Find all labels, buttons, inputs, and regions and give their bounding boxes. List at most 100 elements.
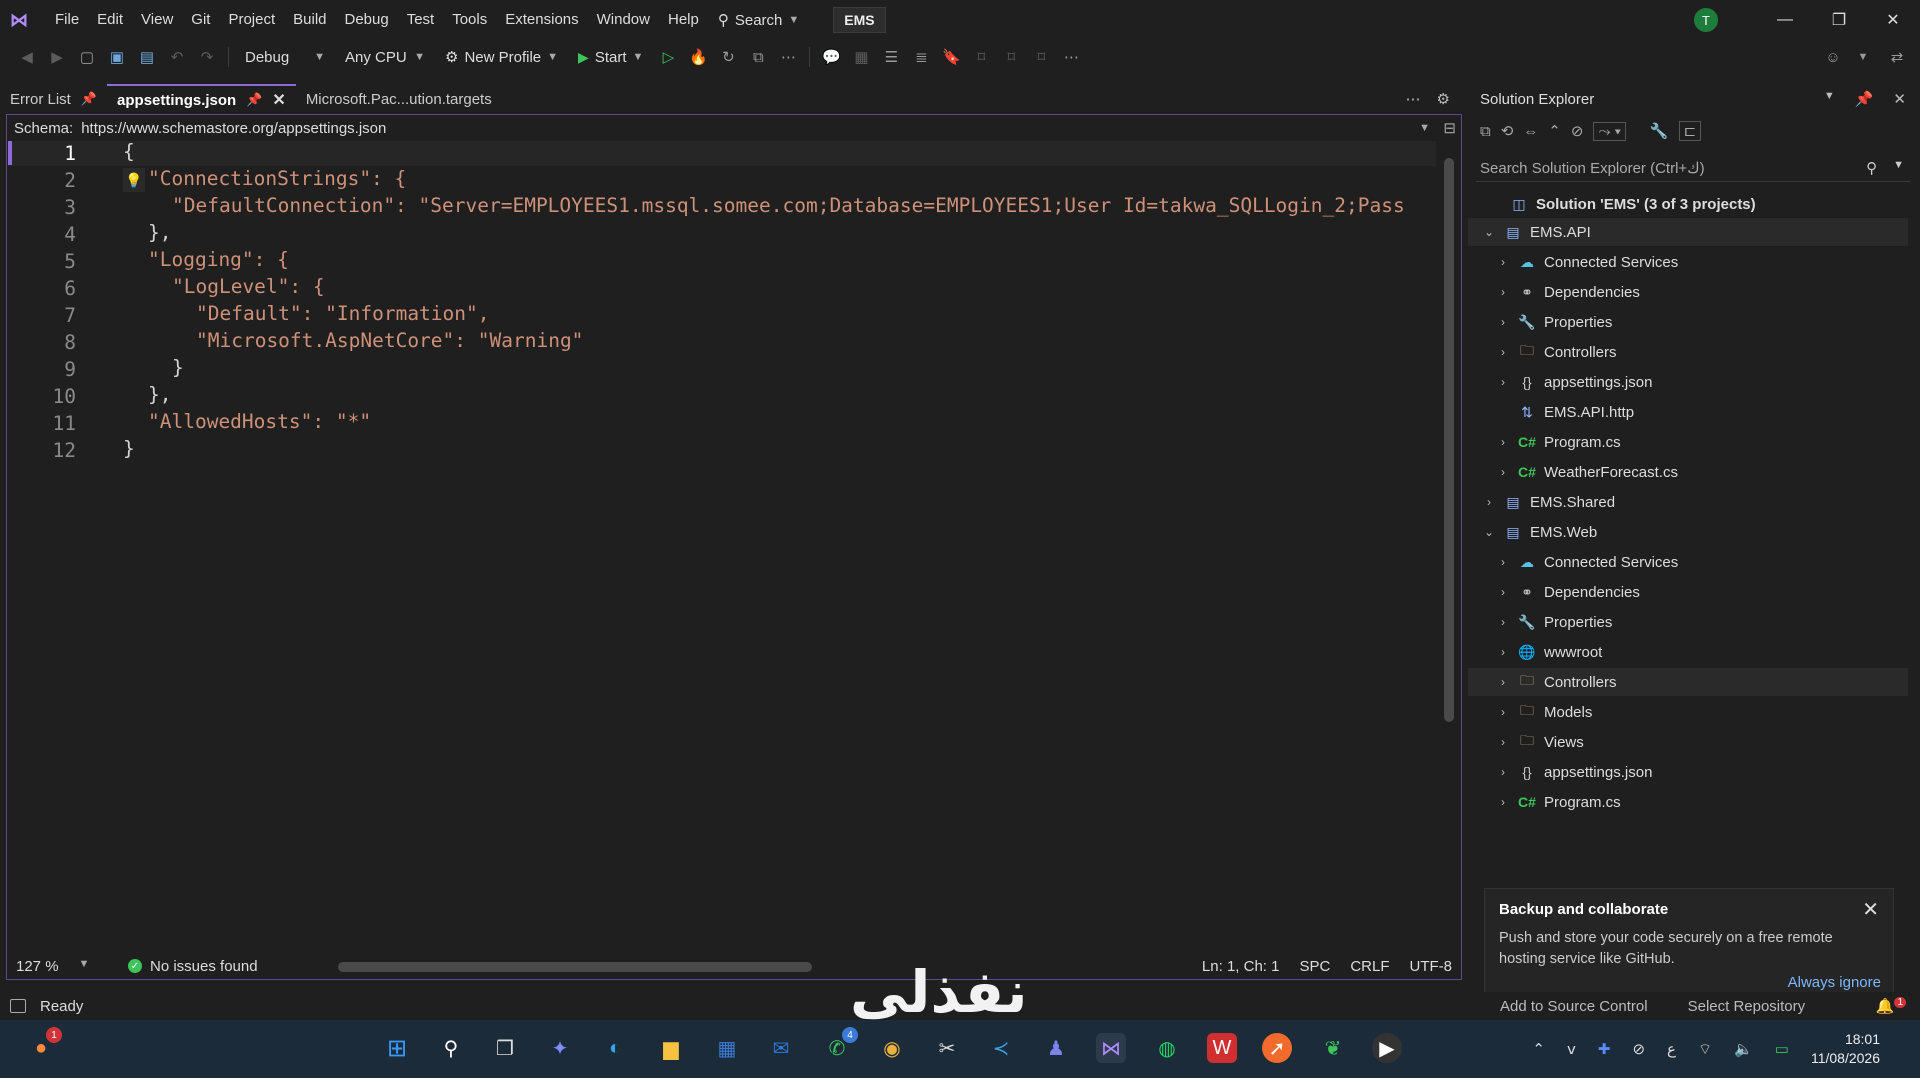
more-icon[interactable]: ⋯ <box>775 44 801 70</box>
tab-appsettings-json[interactable]: appsettings.json 📌 ✕ <box>107 84 296 114</box>
tree-item-http[interactable]: ⇅ EMS.API.http <box>1468 398 1908 426</box>
chevron-down-icon[interactable]: ▼ <box>1419 122 1430 134</box>
chevron-right-icon[interactable]: › <box>1496 285 1510 299</box>
properties-wrench-icon[interactable]: 🔧 <box>1650 122 1669 140</box>
clock[interactable]: 18:01 11/08/2026 <box>1811 1030 1880 1068</box>
sync-icon[interactable]: ⇔ <box>1523 123 1538 140</box>
whatsapp-icon[interactable]: ✆ 4 <box>822 1027 858 1063</box>
close-icon[interactable]: ✕ <box>1893 90 1906 108</box>
search-icon[interactable]: ⚲ <box>1866 159 1877 177</box>
tree-item-dependencies[interactable]: › ⚭ Dependencies <box>1468 578 1908 606</box>
code-editor[interactable]: 1 { 2 "ConnectionStrings": { 3 "DefaultC… <box>8 140 1438 946</box>
settings-gear-icon[interactable]: ⚙ <box>1437 90 1450 108</box>
select-repository[interactable]: Select Repository <box>1688 998 1806 1015</box>
notifications-bell-icon[interactable]: 🔔 1 <box>1876 997 1906 1015</box>
chevron-right-icon[interactable]: › <box>1496 345 1510 359</box>
chevron-right-icon[interactable]: › <box>1496 735 1510 749</box>
tree-item-controllers[interactable]: › 🗀 Controllers <box>1468 338 1908 366</box>
chevron-right-icon[interactable]: › <box>1496 255 1510 269</box>
close-icon[interactable]: ✕ <box>272 90 285 110</box>
menu-extensions[interactable]: Extensions <box>496 0 587 40</box>
vertical-scrollbar[interactable] <box>1444 158 1454 722</box>
media-player-icon[interactable]: ▶ <box>1372 1033 1402 1063</box>
chevron-expanded-icon[interactable]: ⌄ <box>1482 525 1496 539</box>
chevron-right-icon[interactable]: › <box>1496 705 1510 719</box>
zoom-dropdown[interactable]: 127 % ▼ <box>8 958 100 975</box>
chevron-right-icon[interactable]: › <box>1496 435 1510 449</box>
uncomment-icon[interactable]: ▦ <box>848 44 874 70</box>
outdent-icon[interactable]: ☰ <box>878 44 904 70</box>
lightbulb-icon[interactable]: 💡 <box>123 168 145 192</box>
task-view-icon[interactable]: ❐ <box>490 1033 520 1063</box>
wifi-icon[interactable]: ⌔ <box>1698 1040 1712 1059</box>
restore-button[interactable]: ❐ <box>1812 10 1866 30</box>
cursor-position[interactable]: Ln: 1, Ch: 1 <box>1202 958 1280 975</box>
menu-view[interactable]: View <box>132 0 182 40</box>
edge-icon[interactable]: ◐ <box>600 1033 630 1063</box>
search-menu[interactable]: ⚲ Search ▼ <box>708 11 809 30</box>
tree-item-models[interactable]: › 🗀 Models <box>1468 698 1908 726</box>
tree-item-wwwroot[interactable]: › 🌐 wwwroot <box>1468 638 1908 666</box>
chevron-right-icon[interactable]: › <box>1496 765 1510 779</box>
comment-icon[interactable]: 💬 <box>818 44 844 70</box>
pin-icon[interactable]: 📌 <box>1855 90 1874 108</box>
visual-studio-icon[interactable]: ⋈ <box>1096 1033 1126 1063</box>
chevron-right-icon[interactable]: › <box>1496 585 1510 599</box>
chevron-expanded-icon[interactable]: ⌄ <box>1482 225 1496 239</box>
postman-icon[interactable]: ➚ <box>1262 1033 1292 1063</box>
refresh-icon[interactable]: ↻ <box>715 44 741 70</box>
snipping-tool-icon[interactable]: ✂ <box>932 1033 962 1063</box>
tab-microsoft-targets[interactable]: Microsoft.Pac...ution.targets <box>296 84 502 114</box>
pin-icon[interactable]: 📌 <box>81 91 97 107</box>
menu-tools[interactable]: Tools <box>443 0 496 40</box>
tree-item-solution[interactable]: ◫ Solution 'EMS' (3 of 3 projects) <box>1468 190 1908 218</box>
redo-icon[interactable]: ↷ <box>194 44 220 70</box>
solution-name-badge[interactable]: EMS <box>833 7 886 33</box>
tree-item-connected-services[interactable]: › ☁ Connected Services <box>1468 248 1908 276</box>
show-all-files-icon[interactable]: ⊘ <box>1571 122 1584 140</box>
platform-dropdown[interactable]: Any CPU ▼ <box>337 44 433 70</box>
collapse-all-icon[interactable]: ⌃ <box>1548 122 1561 140</box>
pin-icon[interactable]: 📌 <box>246 92 262 108</box>
network-off-icon[interactable]: ⊘ <box>1632 1040 1645 1058</box>
outlook-icon[interactable]: ✉ <box>766 1033 796 1063</box>
preview-selected-icon[interactable]: ⊏ <box>1678 121 1702 141</box>
menu-file[interactable]: File <box>46 0 88 40</box>
start-without-debugging-icon[interactable]: ▷ <box>655 44 681 70</box>
battery-icon[interactable]: ▭ <box>1775 1040 1789 1058</box>
menu-edit[interactable]: Edit <box>88 0 132 40</box>
chevron-down-icon[interactable]: ▼ <box>1850 44 1876 70</box>
switch-views-icon[interactable]: ⧉ <box>1480 123 1491 140</box>
tab-overflow-icon[interactable]: ⋯ <box>1406 90 1421 108</box>
tree-item-properties[interactable]: › 🔧 Properties <box>1468 308 1908 336</box>
split-editor-icon[interactable]: ⊟ <box>1443 119 1456 137</box>
avatar[interactable]: T <box>1694 8 1718 32</box>
tree-item-program-cs[interactable]: › C# Program.cs <box>1468 788 1908 816</box>
tree-item-program-cs[interactable]: › C# Program.cs <box>1468 428 1908 456</box>
search-icon[interactable]: ⚲ <box>436 1033 466 1063</box>
menu-build[interactable]: Build <box>284 0 335 40</box>
chevron-right-icon[interactable]: › <box>1496 315 1510 329</box>
menu-test[interactable]: Test <box>398 0 444 40</box>
volume-icon[interactable]: 🔈 <box>1734 1040 1753 1058</box>
tree-item-controllers[interactable]: › 🗀 Controllers <box>1468 668 1908 696</box>
save-icon[interactable]: ▣ <box>104 44 130 70</box>
configuration-dropdown[interactable]: Debug ▼ <box>237 44 333 70</box>
menu-project[interactable]: Project <box>219 0 284 40</box>
chevron-right-icon[interactable]: › <box>1496 615 1510 629</box>
tree-item-appsettings[interactable]: › {} appsettings.json <box>1468 758 1908 786</box>
hot-reload-icon[interactable]: 🔥 <box>685 44 711 70</box>
tree-item-ems-web[interactable]: ⌄ ▤ EMS.Web <box>1468 518 1908 546</box>
bookmark-icon[interactable]: 🔖 <box>938 44 964 70</box>
undo-icon[interactable]: ↶ <box>164 44 190 70</box>
store-icon[interactable]: ▦ <box>712 1033 742 1063</box>
pending-changes-filter-icon[interactable]: ⤳ ▾ <box>1593 121 1626 141</box>
new-item-icon[interactable]: ▢ <box>74 44 100 70</box>
issues-indicator[interactable]: ✓ No issues found <box>128 958 258 975</box>
tray-app-icon[interactable]: ⅴ <box>1567 1040 1576 1058</box>
encoding[interactable]: UTF-8 <box>1410 958 1453 975</box>
tree-item-views[interactable]: › 🗀 Views <box>1468 728 1908 756</box>
chevron-down-icon[interactable]: ▼ <box>1824 90 1835 108</box>
tab-error-list[interactable]: Error List 📌 <box>0 84 107 114</box>
chevron-right-icon[interactable]: › <box>1496 645 1510 659</box>
